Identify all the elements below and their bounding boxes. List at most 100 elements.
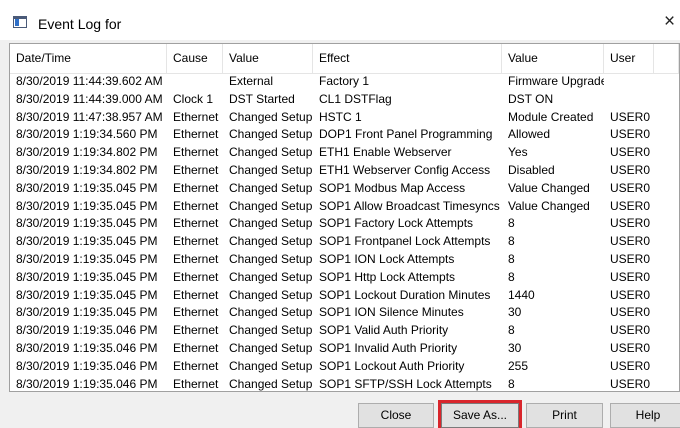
user-cell: USER0 (610, 162, 651, 177)
effect-cell: SOP1 SFTP/SSH Lock Attempts (319, 376, 492, 391)
date-time-cell: 8/30/2019 1:19:34.560 PM (16, 127, 158, 142)
effect-value-cell: 1440 (508, 287, 535, 302)
table-row[interactable]: 8/30/2019 1:19:35.045 PM Ethernet Changed … (10, 198, 679, 216)
table-row[interactable]: 8/30/2019 1:19:34.802 PM Ethernet Changed … (10, 162, 679, 180)
column-header-effect[interactable]: Effect (313, 44, 502, 73)
date-time-cell: 8/30/2019 1:19:35.046 PM (16, 323, 158, 338)
user-cell: USER0 (610, 127, 651, 142)
table-row[interactable]: 8/30/2019 1:19:35.045 PM Ethernet Changed … (10, 233, 679, 251)
column-header-blank[interactable] (654, 44, 679, 73)
user-cell: USER0 (610, 180, 651, 195)
value-cell: Changed Setup (229, 305, 313, 320)
effect-cell: SOP1 Lockout Auth Priority (319, 358, 465, 373)
effect-cell: SOP1 Invalid Auth Priority (319, 340, 458, 355)
date-time-cell: 8/30/2019 11:44:39.000 AM (16, 91, 163, 106)
table-row[interactable]: 8/30/2019 1:19:35.045 PM Ethernet Changed … (10, 251, 679, 269)
cause-cell: Ethernet (173, 145, 219, 160)
user-cell: USER0 (610, 340, 651, 355)
list-header: Date/Time Cause Value Effect Value User (10, 44, 679, 74)
save-as-button[interactable]: Save As... (441, 403, 519, 428)
value-cell: Changed Setup (229, 162, 313, 177)
effect-value-cell: Value Changed (508, 198, 590, 213)
effect-cell: SOP1 Modbus Map Access (319, 180, 466, 195)
column-header-cause[interactable]: Cause (167, 44, 223, 73)
effect-cell: SOP1 ION Lock Attempts (319, 251, 455, 266)
effect-cell: SOP1 Allow Broadcast Timesyncs (319, 198, 500, 213)
value-cell: DST Started (229, 91, 295, 106)
user-cell: USER0 (610, 145, 651, 160)
table-row[interactable]: 8/30/2019 11:44:39.602 AM External Factory… (10, 73, 679, 91)
value-cell: Changed Setup (229, 198, 313, 213)
cause-cell: Clock 1 (173, 91, 214, 106)
value-cell: Changed Setup (229, 269, 313, 284)
effect-cell: ETH1 Enable Webserver (319, 145, 452, 160)
cause-cell: Ethernet (173, 162, 219, 177)
effect-cell: Factory 1 (319, 74, 370, 88)
user-cell: USER0 (610, 358, 651, 373)
effect-value-cell: 8 (508, 269, 515, 284)
cause-cell: Ethernet (173, 127, 219, 142)
close-icon[interactable]: × (664, 12, 680, 32)
table-row[interactable]: 8/30/2019 1:19:35.046 PM Ethernet Changed … (10, 358, 679, 376)
date-time-cell: 8/30/2019 1:19:35.045 PM (16, 234, 158, 249)
column-header-value[interactable]: Value (223, 44, 313, 73)
cause-cell: Ethernet (173, 323, 219, 338)
date-time-cell: 8/30/2019 11:44:39.602 AM (16, 74, 163, 88)
effect-cell: SOP1 Factory Lock Attempts (319, 216, 474, 231)
date-time-cell: 8/30/2019 1:19:35.045 PM (16, 251, 158, 266)
table-row[interactable]: 8/30/2019 1:19:34.560 PM Ethernet Changed … (10, 126, 679, 144)
table-row[interactable]: 8/30/2019 1:19:35.045 PM Ethernet Changed … (10, 304, 679, 322)
date-time-cell: 8/30/2019 1:19:35.045 PM (16, 216, 158, 231)
table-row[interactable]: 8/30/2019 11:44:39.000 AM Clock 1 DST Star… (10, 91, 679, 109)
value-cell: Changed Setup (229, 376, 313, 391)
table-row[interactable]: 8/30/2019 1:19:35.045 PM Ethernet Changed … (10, 215, 679, 233)
effect-value-cell: 8 (508, 216, 515, 231)
table-row[interactable]: 8/30/2019 1:19:34.802 PM Ethernet Changed … (10, 144, 679, 162)
value-cell: Changed Setup (229, 109, 313, 124)
column-header-date-time[interactable]: Date/Time (10, 44, 167, 73)
date-time-cell: 8/30/2019 1:19:35.045 PM (16, 305, 158, 320)
table-row[interactable]: 8/30/2019 1:19:35.045 PM Ethernet Changed … (10, 287, 679, 305)
date-time-cell: 8/30/2019 11:47:38.957 AM (16, 109, 163, 124)
effect-value-cell: 8 (508, 376, 515, 391)
cause-cell: Ethernet (173, 305, 219, 320)
user-cell: USER0 (610, 251, 651, 266)
value-cell: Changed Setup (229, 234, 313, 249)
title-bar: Event Log for × (0, 0, 680, 40)
effect-cell: SOP1 ION Silence Minutes (319, 305, 464, 320)
column-header-effect-value[interactable]: Value (502, 44, 604, 73)
cause-cell: Ethernet (173, 340, 219, 355)
user-cell: USER0 (610, 109, 651, 124)
value-cell: Changed Setup (229, 216, 313, 231)
effect-value-cell: 8 (508, 251, 515, 266)
user-cell: USER0 (610, 287, 651, 302)
table-row[interactable]: 8/30/2019 1:19:35.045 PM Ethernet Changed … (10, 180, 679, 198)
table-row[interactable]: 8/30/2019 1:19:35.046 PM Ethernet Changed … (10, 376, 679, 391)
date-time-cell: 8/30/2019 1:19:35.045 PM (16, 180, 158, 195)
table-row[interactable]: 8/30/2019 1:19:35.046 PM Ethernet Changed … (10, 340, 679, 358)
value-cell: Changed Setup (229, 127, 313, 142)
effect-value-cell: 8 (508, 323, 515, 338)
event-log-list[interactable]: Date/Time Cause Value Effect Value User … (9, 43, 680, 392)
user-cell: USER0 (610, 323, 651, 338)
effect-value-cell: Disabled (508, 162, 555, 177)
cause-cell: Ethernet (173, 234, 219, 249)
column-header-user[interactable]: User (604, 44, 654, 73)
cause-cell: Ethernet (173, 109, 219, 124)
value-cell: Changed Setup (229, 323, 313, 338)
effect-value-cell: 30 (508, 305, 522, 320)
close-button[interactable]: Close (358, 403, 434, 428)
effect-cell: SOP1 Lockout Duration Minutes (319, 287, 491, 302)
effect-cell: SOP1 Frontpanel Lock Attempts (319, 234, 491, 249)
help-button[interactable]: Help (610, 403, 680, 428)
cause-cell: Ethernet (173, 376, 219, 391)
effect-value-cell: Yes (508, 145, 528, 160)
date-time-cell: 8/30/2019 1:19:34.802 PM (16, 162, 158, 177)
user-cell: USER0 (610, 198, 651, 213)
table-row[interactable]: 8/30/2019 1:19:35.045 PM Ethernet Changed … (10, 269, 679, 287)
effect-value-cell: 30 (508, 340, 522, 355)
print-button[interactable]: Print (526, 403, 603, 428)
effect-cell: DOP1 Front Panel Programming (319, 127, 493, 142)
table-row[interactable]: 8/30/2019 11:47:38.957 AM Ethernet Changed… (10, 109, 679, 127)
table-row[interactable]: 8/30/2019 1:19:35.046 PM Ethernet Changed … (10, 322, 679, 340)
